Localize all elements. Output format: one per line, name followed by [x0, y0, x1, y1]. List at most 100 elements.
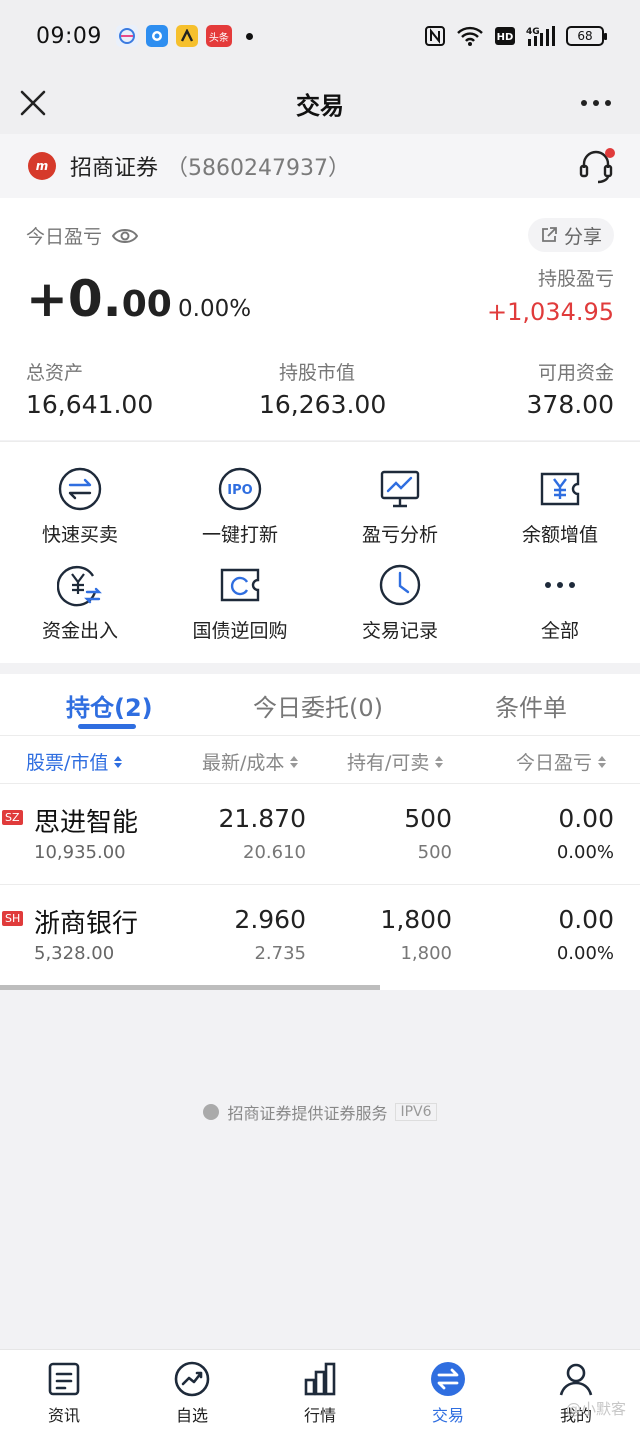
signal-4g-icon: 4G [526, 26, 555, 46]
eye-icon[interactable] [112, 227, 139, 245]
chart-monitor-icon [380, 470, 420, 508]
sellable-qty: 500 [417, 842, 452, 863]
nav-trade[interactable]: 交易 [384, 1360, 512, 1426]
sort-icon [598, 755, 607, 768]
column-today-pnl[interactable]: 今日盈亏 [516, 748, 607, 775]
nfc-icon [425, 26, 445, 46]
column-label: 今日盈亏 [516, 752, 593, 774]
available-cash-value: 378.00 [526, 390, 614, 419]
holding-pnl-value: +1,034.95 [487, 298, 614, 326]
tab-active-indicator [78, 724, 136, 729]
action-label: 资金出入 [41, 620, 118, 642]
status-bar: 09:09 头条 HD 4G 68 [0, 0, 640, 72]
today-pnl-header: 今日盈亏 [26, 222, 139, 249]
person-icon [559, 1363, 593, 1396]
column-label: 股票/市值 [26, 752, 109, 774]
app-circle-icon [145, 25, 168, 47]
today-pnl-dec: 00 [121, 284, 172, 325]
tab-positions[interactable]: 持仓(2) [66, 688, 153, 723]
column-label: 最新/成本 [202, 752, 285, 774]
watermark: @小默客 [565, 1400, 626, 1418]
action-funds-transfer[interactable]: 资金出入 [0, 562, 160, 652]
action-pnl-analysis[interactable]: 盈亏分析 [320, 466, 480, 556]
column-held-sellable[interactable]: 持有/可卖 [347, 748, 444, 775]
action-balance-growth[interactable]: 余额增值 [480, 466, 640, 556]
stock-market-value: 5,328.00 [34, 943, 115, 964]
status-right-icons: HD 4G 68 [424, 25, 607, 47]
svg-text:HD: HD [497, 32, 514, 43]
ipv6-badge: IPV6 [395, 1103, 437, 1121]
nav-market[interactable]: 行情 [256, 1360, 384, 1426]
close-icon[interactable] [18, 82, 48, 122]
broker-logo: m [28, 152, 56, 180]
nav-watchlist[interactable]: 自选 [128, 1360, 256, 1426]
stock-name: 思进智能 [34, 808, 139, 838]
column-stock-value[interactable]: 股票/市值 [26, 748, 123, 775]
market-badge: SH [2, 911, 24, 926]
yen-transfer-icon [57, 565, 102, 607]
held-qty: 1,800 [380, 905, 452, 934]
action-all[interactable]: 全部 [480, 562, 640, 652]
today-pnl-pct: 0.00% [556, 842, 614, 863]
action-quick-trade[interactable]: 快速买卖 [0, 466, 160, 556]
clock-icon [379, 564, 421, 606]
nav-label: 交易 [431, 1406, 464, 1425]
table-row[interactable]: SZ 思进智能 10,935.00 21.870 20.610 500 500 … [0, 784, 640, 885]
market-value-value: 16,263.00 [259, 390, 387, 419]
action-label: 快速买卖 [41, 524, 118, 546]
broker-account-number: （5860247937） [166, 156, 350, 181]
market-value-label: 持股市值 [279, 362, 356, 384]
column-label: 持有/可卖 [347, 752, 430, 774]
table-row[interactable]: SH 浙商银行 5,328.00 2.960 2.735 1,800 1,800… [0, 885, 640, 986]
action-label: 全部 [540, 620, 579, 642]
action-trade-records[interactable]: 交易记录 [320, 562, 480, 652]
page-title: 交易 [296, 91, 344, 120]
broker-name: 招商证券 [70, 156, 159, 181]
trade-swap-icon [431, 1362, 465, 1396]
holding-pnl-label: 持股盈亏 [537, 268, 614, 290]
cost-price: 2.735 [254, 943, 306, 964]
customer-service-icon[interactable] [576, 146, 616, 186]
sort-icon [435, 755, 444, 768]
service-provider-text: 招商证券提供证券服务 [227, 1104, 388, 1123]
action-label: 一键打新 [201, 524, 278, 546]
today-pnl-percent: 0.00% [178, 296, 252, 322]
bond-ticket-icon [220, 568, 260, 602]
holdings-tabs: 持仓(2) 今日委托(0) 条件单 [0, 674, 640, 736]
broker-account-row[interactable]: m 招商证券 （5860247937） [0, 134, 640, 198]
tab-conditional-orders[interactable]: 条件单 [495, 688, 567, 723]
holdings-panel: 持仓(2) 今日委托(0) 条件单 股票/市值 最新/成本 持有/可卖 今日盈亏… [0, 674, 640, 990]
today-pnl: 0.00 [558, 905, 614, 934]
sort-icon [290, 755, 299, 768]
bar-chart-icon [304, 1362, 336, 1396]
sort-icon [114, 755, 123, 768]
hd-icon: HD [495, 27, 515, 45]
available-cash-label: 可用资金 [537, 362, 614, 384]
app-globe-icon [115, 25, 138, 47]
horizontal-scrollbar[interactable] [0, 985, 380, 990]
more-menu-icon[interactable] [578, 82, 614, 122]
title-bar: 交易 [0, 72, 640, 134]
total-assets-value: 16,641.00 [26, 390, 154, 419]
battery-indicator: 68 [566, 26, 607, 46]
nav-news[interactable]: 资讯 [0, 1360, 128, 1426]
action-label: 国债逆回购 [192, 620, 288, 642]
market-badge: SZ [2, 810, 23, 825]
holdings-table-header: 股票/市值 最新/成本 持有/可卖 今日盈亏 [0, 736, 640, 784]
action-label: 盈亏分析 [361, 524, 438, 546]
tab-today-orders[interactable]: 今日委托(0) [253, 688, 383, 723]
column-latest-cost[interactable]: 最新/成本 [202, 748, 299, 775]
share-button[interactable]: 分享 [527, 218, 614, 252]
account-summary: 今日盈亏 分享 +0.00 0.00% 持股盈亏 +1,034.95 总资产 1… [0, 198, 640, 440]
today-pnl-label: 今日盈亏 [26, 226, 103, 248]
nav-label: 自选 [175, 1406, 208, 1425]
latest-price: 21.870 [218, 804, 306, 833]
action-label: 余额增值 [521, 524, 598, 546]
action-bond-repo[interactable]: 国债逆回购 [160, 562, 320, 652]
svg-text:4G: 4G [526, 27, 540, 37]
today-pnl-pct: 0.00% [556, 943, 614, 964]
action-ipo[interactable]: IPO 一键打新 [160, 466, 320, 556]
more-dots-icon [545, 582, 575, 588]
nav-label: 资讯 [47, 1406, 80, 1425]
status-app-icons: 头条 [115, 25, 253, 47]
